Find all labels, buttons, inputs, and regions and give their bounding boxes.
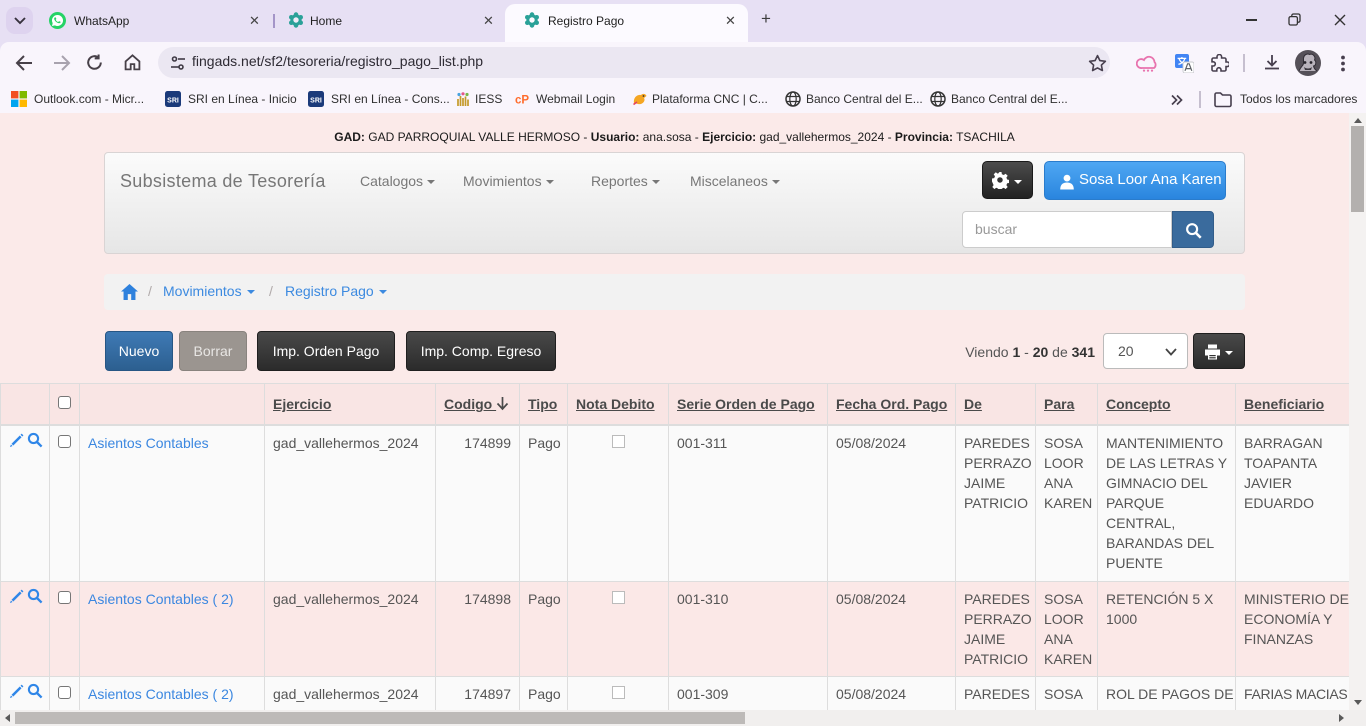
svg-text:SRI: SRI [167, 98, 179, 105]
svg-text:SRI: SRI [310, 98, 322, 105]
svg-text:cP: cP [515, 95, 529, 107]
